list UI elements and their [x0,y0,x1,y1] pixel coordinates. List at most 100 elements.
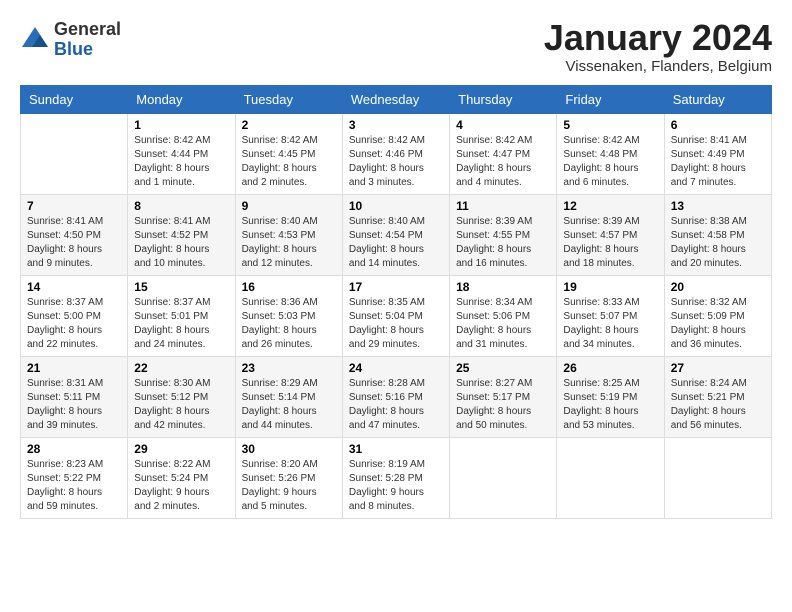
day-info: Sunrise: 8:33 AMSunset: 5:07 PMDaylight:… [563,296,657,352]
day-info: Sunrise: 8:38 AMSunset: 4:58 PMDaylight:… [671,215,765,271]
header-row: SundayMondayTuesdayWednesdayThursdayFrid… [21,86,772,114]
calendar-cell: 27Sunrise: 8:24 AMSunset: 5:21 PMDayligh… [664,357,771,438]
day-info: Sunrise: 8:41 AMSunset: 4:49 PMDaylight:… [671,134,765,190]
day-number: 21 [27,361,121,375]
calendar-cell: 23Sunrise: 8:29 AMSunset: 5:14 PMDayligh… [235,357,342,438]
logo-text: General Blue [54,20,121,60]
day-info: Sunrise: 8:23 AMSunset: 5:22 PMDaylight:… [27,458,121,514]
day-number: 3 [349,118,443,132]
page-header: General Blue January 2024 Vissenaken, Fl… [20,20,772,75]
day-info: Sunrise: 8:29 AMSunset: 5:14 PMDaylight:… [242,377,336,433]
day-info: Sunrise: 8:30 AMSunset: 5:12 PMDaylight:… [134,377,228,433]
calendar-cell: 25 Sunrise: 8:27 AMSunset: 5:17 PMDayligh… [450,357,557,438]
day-info: Sunrise: 8:40 AMSunset: 4:54 PMDaylight:… [349,215,443,271]
day-header-sunday: Sunday [21,86,128,114]
week-row-4: 28 Sunrise: 8:23 AMSunset: 5:22 PMDayligh… [21,438,772,519]
day-number: 9 [242,199,336,213]
day-header-saturday: Saturday [664,86,771,114]
day-info: Sunrise: 8:36 AMSunset: 5:03 PMDaylight:… [242,296,336,352]
week-row-0: 1 Sunrise: 8:42 AMSunset: 4:44 PMDaylight… [21,114,772,195]
calendar-cell: 4 Sunrise: 8:42 AMSunset: 4:47 PMDaylight… [450,114,557,195]
calendar-cell [450,438,557,519]
calendar-cell: 12 Sunrise: 8:39 AMSunset: 4:57 PMDayligh… [557,195,664,276]
day-info: Sunrise: 8:31 AMSunset: 5:11 PMDaylight:… [27,377,121,433]
day-info: Sunrise: 8:40 AMSunset: 4:53 PMDaylight:… [242,215,336,271]
title-block: January 2024 Vissenaken, Flanders, Belgi… [544,20,772,75]
day-number: 25 [456,361,550,375]
calendar-cell: 10Sunrise: 8:40 AMSunset: 4:54 PMDayligh… [342,195,449,276]
day-number: 4 [456,118,550,132]
calendar-cell: 6 Sunrise: 8:41 AMSunset: 4:49 PMDaylight… [664,114,771,195]
calendar-cell: 9 Sunrise: 8:40 AMSunset: 4:53 PMDaylight… [235,195,342,276]
day-info: Sunrise: 8:20 AMSunset: 5:26 PMDaylight:… [242,458,336,514]
day-number: 14 [27,280,121,294]
day-number: 12 [563,199,657,213]
calendar-cell: 17Sunrise: 8:35 AMSunset: 5:04 PMDayligh… [342,276,449,357]
day-number: 7 [27,199,121,213]
day-number: 17 [349,280,443,294]
week-row-1: 7 Sunrise: 8:41 AMSunset: 4:50 PMDaylight… [21,195,772,276]
calendar-cell: 30Sunrise: 8:20 AMSunset: 5:26 PMDayligh… [235,438,342,519]
day-number: 19 [563,280,657,294]
day-number: 26 [563,361,657,375]
calendar: SundayMondayTuesdayWednesdayThursdayFrid… [20,85,772,519]
week-row-3: 21 Sunrise: 8:31 AMSunset: 5:11 PMDayligh… [21,357,772,438]
day-info: Sunrise: 8:42 AMSunset: 4:44 PMDaylight:… [134,134,228,190]
calendar-cell: 5Sunrise: 8:42 AMSunset: 4:48 PMDaylight… [557,114,664,195]
calendar-cell: 24 Sunrise: 8:28 AMSunset: 5:16 PMDayligh… [342,357,449,438]
day-info: Sunrise: 8:37 AMSunset: 5:01 PMDaylight:… [134,296,228,352]
calendar-cell: 13 Sunrise: 8:38 AMSunset: 4:58 PMDayligh… [664,195,771,276]
logo-general: General [54,20,121,40]
calendar-cell: 26Sunrise: 8:25 AMSunset: 5:19 PMDayligh… [557,357,664,438]
day-info: Sunrise: 8:42 AMSunset: 4:45 PMDaylight:… [242,134,336,190]
calendar-cell: 3Sunrise: 8:42 AMSunset: 4:46 PMDaylight… [342,114,449,195]
day-number: 8 [134,199,228,213]
day-info: Sunrise: 8:39 AMSunset: 4:57 PMDaylight:… [563,215,657,271]
day-info: Sunrise: 8:34 AMSunset: 5:06 PMDaylight:… [456,296,550,352]
day-number: 1 [134,118,228,132]
calendar-cell: 16 Sunrise: 8:36 AMSunset: 5:03 PMDayligh… [235,276,342,357]
logo: General Blue [20,20,121,60]
day-info: Sunrise: 8:19 AMSunset: 5:28 PMDaylight:… [349,458,443,514]
calendar-cell: 28 Sunrise: 8:23 AMSunset: 5:22 PMDayligh… [21,438,128,519]
calendar-cell: 1 Sunrise: 8:42 AMSunset: 4:44 PMDaylight… [128,114,235,195]
calendar-cell: 31 Sunrise: 8:19 AMSunset: 5:28 PMDayligh… [342,438,449,519]
day-number: 24 [349,361,443,375]
day-header-monday: Monday [128,86,235,114]
calendar-body: 1 Sunrise: 8:42 AMSunset: 4:44 PMDaylight… [21,114,772,519]
day-number: 13 [671,199,765,213]
day-number: 6 [671,118,765,132]
calendar-cell: 18 Sunrise: 8:34 AMSunset: 5:06 PMDayligh… [450,276,557,357]
calendar-cell: 22Sunrise: 8:30 AMSunset: 5:12 PMDayligh… [128,357,235,438]
day-header-thursday: Thursday [450,86,557,114]
location: Vissenaken, Flanders, Belgium [544,58,772,75]
day-header-friday: Friday [557,86,664,114]
day-number: 18 [456,280,550,294]
week-row-2: 14 Sunrise: 8:37 AMSunset: 5:00 PMDayligh… [21,276,772,357]
logo-blue: Blue [54,40,121,60]
day-number: 31 [349,442,443,456]
calendar-cell: 21 Sunrise: 8:31 AMSunset: 5:11 PMDayligh… [21,357,128,438]
calendar-cell: 8Sunrise: 8:41 AMSunset: 4:52 PMDaylight… [128,195,235,276]
day-number: 29 [134,442,228,456]
day-info: Sunrise: 8:42 AMSunset: 4:47 PMDaylight:… [456,134,550,190]
day-info: Sunrise: 8:22 AMSunset: 5:24 PMDaylight:… [134,458,228,514]
day-info: Sunrise: 8:28 AMSunset: 5:16 PMDaylight:… [349,377,443,433]
calendar-cell: 20Sunrise: 8:32 AMSunset: 5:09 PMDayligh… [664,276,771,357]
day-number: 2 [242,118,336,132]
day-info: Sunrise: 8:37 AMSunset: 5:00 PMDaylight:… [27,296,121,352]
day-number: 20 [671,280,765,294]
day-info: Sunrise: 8:41 AMSunset: 4:50 PMDaylight:… [27,215,121,271]
calendar-cell: 7 Sunrise: 8:41 AMSunset: 4:50 PMDaylight… [21,195,128,276]
calendar-cell: 11Sunrise: 8:39 AMSunset: 4:55 PMDayligh… [450,195,557,276]
calendar-cell: 14 Sunrise: 8:37 AMSunset: 5:00 PMDayligh… [21,276,128,357]
day-number: 16 [242,280,336,294]
day-info: Sunrise: 8:39 AMSunset: 4:55 PMDaylight:… [456,215,550,271]
calendar-cell: 2 Sunrise: 8:42 AMSunset: 4:45 PMDaylight… [235,114,342,195]
day-info: Sunrise: 8:42 AMSunset: 4:48 PMDaylight:… [563,134,657,190]
day-number: 28 [27,442,121,456]
logo-icon [20,25,50,55]
calendar-cell [21,114,128,195]
day-info: Sunrise: 8:27 AMSunset: 5:17 PMDaylight:… [456,377,550,433]
calendar-cell: 29 Sunrise: 8:22 AMSunset: 5:24 PMDayligh… [128,438,235,519]
